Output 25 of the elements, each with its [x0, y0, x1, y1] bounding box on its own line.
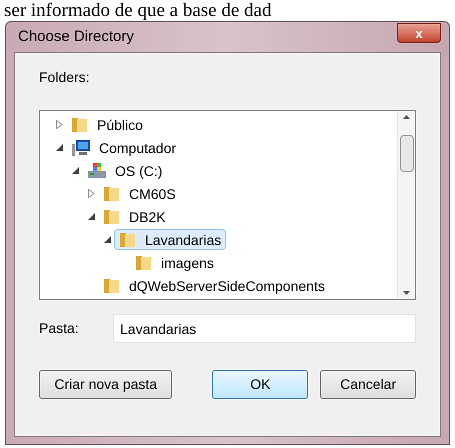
tree-item[interactable]: OS (C:) [82, 160, 168, 181]
tree-item-label: Público [97, 116, 143, 132]
dialog-button[interactable]: Cancelar [320, 370, 416, 399]
path-label: Pasta: [39, 319, 80, 338]
path-input-field[interactable]: Lavandarias [113, 314, 416, 343]
dialog-button[interactable]: Criar nova pasta [39, 370, 172, 399]
tree-item-label: DB2K [129, 208, 166, 224]
tree-item[interactable]: dQWebServerSideComponents [98, 275, 330, 296]
tree-item-label: Lavandarias [145, 232, 222, 248]
tree-item-label: imagens [161, 254, 214, 270]
close-button[interactable]: x [397, 23, 441, 43]
tree-item[interactable]: DB2K [98, 206, 171, 227]
tree-item[interactable]: imagens [130, 252, 219, 273]
window-title: Choose Directory [17, 26, 134, 47]
tree-item-label: OS (C:) [115, 162, 162, 178]
tree-item-label: dQWebServerSideComponents [129, 278, 325, 294]
dialog-button[interactable]: OK [212, 370, 308, 399]
tree-item[interactable]: Público [66, 114, 148, 135]
tree-item-label: Computador [99, 140, 176, 156]
tree-item[interactable]: Computador [66, 137, 182, 158]
tree-item[interactable]: CM60S [98, 183, 181, 204]
document-text: ser informado de que a base de dad [3, 0, 272, 21]
folders-label: Folders: [39, 68, 90, 87]
tree-item[interactable]: Lavandarias [114, 229, 226, 250]
tree-item-label: CM60S [129, 186, 176, 202]
